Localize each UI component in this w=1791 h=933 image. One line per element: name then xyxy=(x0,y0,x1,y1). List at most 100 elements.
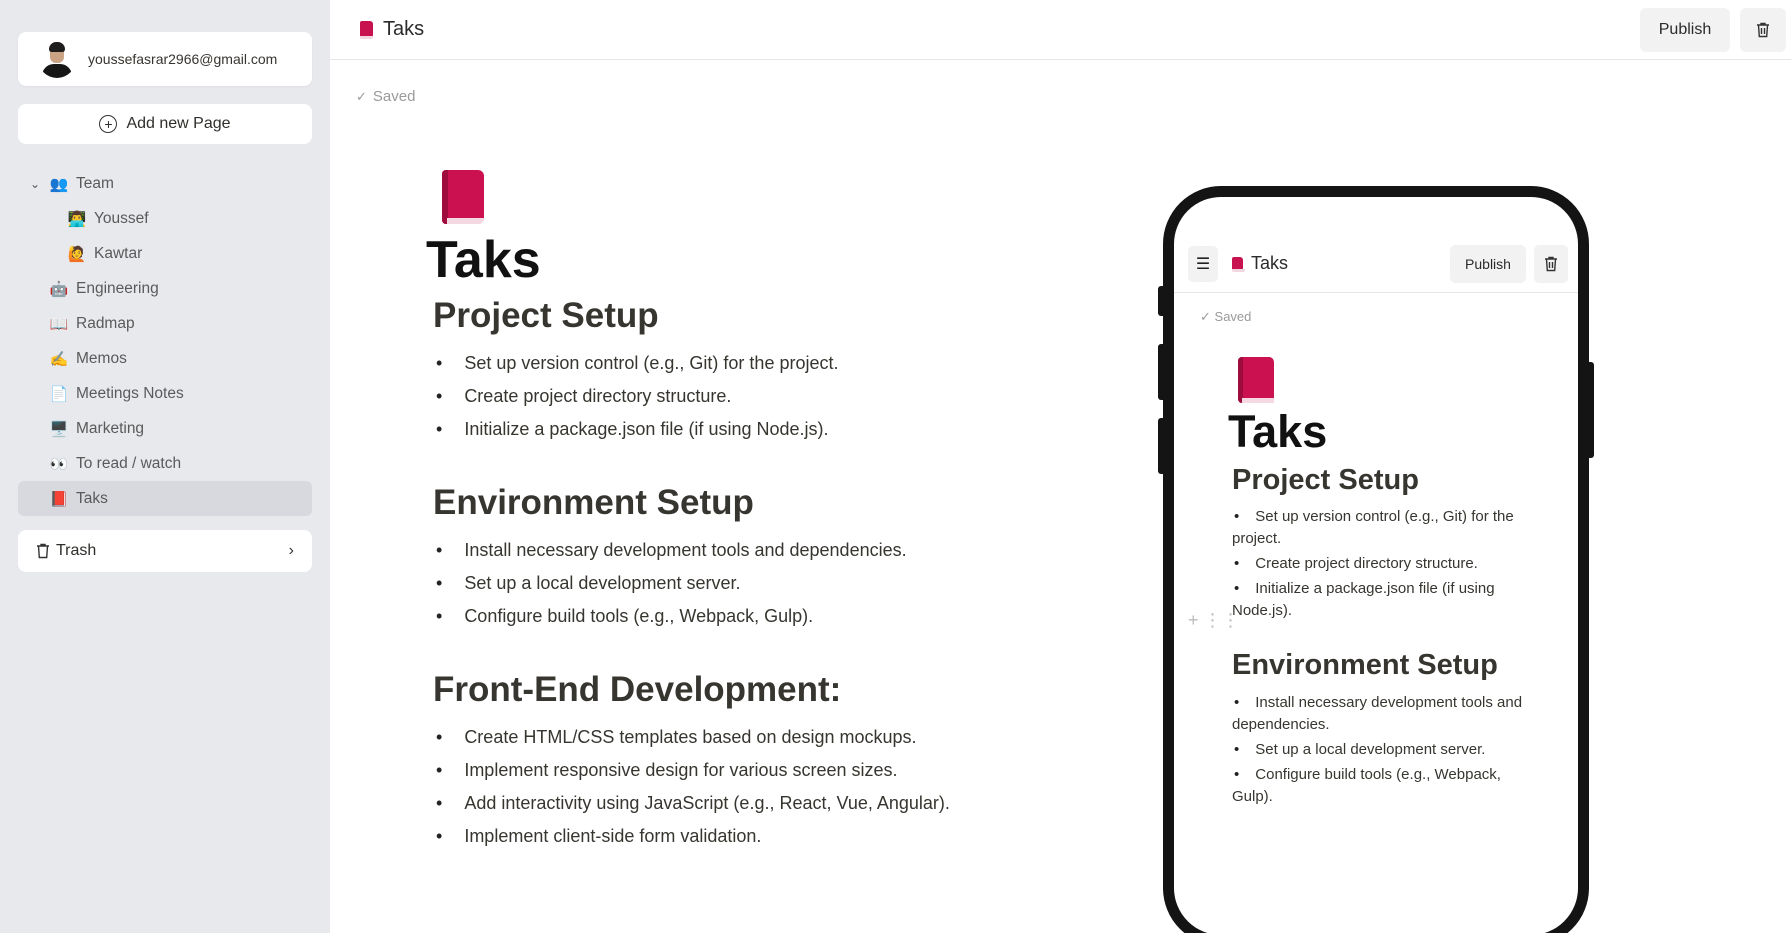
publish-button[interactable]: Publish xyxy=(1640,7,1730,52)
list-item[interactable]: Install necessary development tools and … xyxy=(433,534,1026,567)
page-tree: ⌄ 👥 Team 👨‍💻 Youssef 🙋 Kawtar 🤖 Engineer… xyxy=(18,166,312,516)
check-icon: ✓ xyxy=(356,88,367,104)
mobile-bullet-list: Install necessary development tools and … xyxy=(1232,692,1528,808)
mobile-publish-button[interactable]: Publish xyxy=(1450,244,1526,283)
sidebar-item-memos[interactable]: ✍️ Memos xyxy=(18,341,312,376)
bullet-list: Create HTML/CSS templates based on desig… xyxy=(433,721,1026,853)
team-icon: 👥 xyxy=(49,175,69,193)
list-item[interactable]: Configure build tools (e.g., Webpack, Gu… xyxy=(1232,764,1528,808)
sidebar-item-to-read-watch[interactable]: 👀 To read / watch xyxy=(18,446,312,481)
user-card[interactable]: youssefasrar2966@gmail.com xyxy=(18,32,312,86)
list-item[interactable]: Implement responsive design for various … xyxy=(433,754,1026,787)
sidebar: youssefasrar2966@gmail.com + Add new Pag… xyxy=(0,0,330,933)
saved-status: ✓ Saved xyxy=(356,88,415,105)
raising-hand-icon: 🙋 xyxy=(67,245,87,263)
red-book-icon xyxy=(1232,256,1245,272)
red-book-icon: 📕 xyxy=(49,490,69,508)
mobile-section-heading[interactable]: Environment Setup xyxy=(1232,644,1528,688)
list-item[interactable]: Initialize a package.json file (if using… xyxy=(1232,578,1528,622)
trash-icon xyxy=(1757,22,1769,37)
user-email: youssefasrar2966@gmail.com xyxy=(88,51,278,67)
chevron-right-icon: › xyxy=(288,542,294,559)
trash-icon xyxy=(1545,256,1557,271)
list-item[interactable]: Implement client-side form validation. xyxy=(433,820,1026,853)
page-emoji-book-icon[interactable] xyxy=(442,170,484,224)
eyes-icon: 👀 xyxy=(49,455,69,473)
sidebar-item-label: Youssef xyxy=(94,209,149,227)
phone-screen: ☰ Taks Publish ✓ Saved + ⋮⋮ Taks Project… xyxy=(1174,197,1578,933)
open-book-icon: 📖 xyxy=(49,315,69,333)
sidebar-item-label: Marketing xyxy=(76,419,145,437)
sidebar-item-meetings-notes[interactable]: 📄 Meetings Notes xyxy=(18,376,312,411)
hamburger-menu-icon[interactable]: ☰ xyxy=(1188,245,1218,282)
list-item[interactable]: Install necessary development tools and … xyxy=(1232,692,1528,736)
avatar xyxy=(38,40,76,78)
list-item[interactable]: Create project directory structure. xyxy=(1232,553,1528,575)
add-page-button[interactable]: + Add new Page xyxy=(18,104,312,144)
section-heading[interactable]: Front-End Development: xyxy=(433,669,1026,711)
mobile-top-bar: ☰ Taks Publish xyxy=(1174,235,1578,293)
mobile-header-title-text: Taks xyxy=(1251,253,1289,273)
header-title-text: Taks xyxy=(383,18,425,40)
bullet-list: Set up version control (e.g., Git) for t… xyxy=(433,347,1026,446)
page-title[interactable]: Taks xyxy=(426,231,1026,289)
mobile-page-title[interactable]: Taks xyxy=(1228,407,1528,457)
list-item[interactable]: Configure build tools (e.g., Webpack, Gu… xyxy=(433,600,1026,633)
check-icon: ✓ xyxy=(1200,309,1211,324)
delete-button[interactable] xyxy=(1740,7,1786,52)
list-item[interactable]: Create HTML/CSS templates based on desig… xyxy=(433,721,1026,754)
mobile-header-actions: Publish xyxy=(1450,244,1568,283)
list-item[interactable]: Create project directory structure. xyxy=(433,380,1026,413)
sidebar-item-engineering[interactable]: 🤖 Engineering xyxy=(18,271,312,306)
list-item[interactable]: Initialize a package.json file (if using… xyxy=(433,413,1026,446)
list-item[interactable]: Set up a local development server. xyxy=(1232,739,1528,761)
writing-hand-icon: ✍️ xyxy=(49,350,69,368)
sidebar-item-label: Kawtar xyxy=(94,244,143,262)
mobile-section-heading[interactable]: Project Setup xyxy=(1232,459,1528,503)
sidebar-item-label: Meetings Notes xyxy=(76,384,184,402)
sidebar-item-team[interactable]: ⌄ 👥 Team xyxy=(18,166,312,201)
sidebar-item-radmap[interactable]: 📖 Radmap xyxy=(18,306,312,341)
mobile-editor[interactable]: Taks Project Setup Set up version contro… xyxy=(1228,357,1528,811)
bullet-list: Install necessary development tools and … xyxy=(433,534,1026,633)
editor[interactable]: Taks Project Setup Set up version contro… xyxy=(426,170,1026,853)
sidebar-item-taks[interactable]: 📕 Taks xyxy=(18,481,312,516)
chevron-down-icon[interactable]: ⌄ xyxy=(28,177,42,191)
trash-icon xyxy=(37,543,49,559)
list-item[interactable]: Set up version control (e.g., Git) for t… xyxy=(433,347,1026,380)
sidebar-item-youssef[interactable]: 👨‍💻 Youssef xyxy=(18,201,312,236)
add-page-label: Add new Page xyxy=(126,115,231,132)
header-actions: Publish xyxy=(1640,7,1786,52)
desktop-computer-icon: 🖥️ xyxy=(49,420,69,438)
section-heading[interactable]: Environment Setup xyxy=(433,482,1026,524)
mobile-bullet-list: Set up version control (e.g., Git) for t… xyxy=(1232,506,1528,622)
robot-icon: 🤖 xyxy=(49,280,69,298)
trash-label: Trash xyxy=(56,542,97,559)
list-item[interactable]: Set up a local development server. xyxy=(433,567,1026,600)
sidebar-item-label: Engineering xyxy=(76,279,159,297)
red-book-icon xyxy=(360,21,373,39)
mobile-saved-label: Saved xyxy=(1214,309,1252,324)
sidebar-item-label: Radmap xyxy=(76,314,135,332)
mobile-delete-button[interactable] xyxy=(1534,244,1568,283)
plus-circle-icon: + xyxy=(99,115,118,133)
sidebar-item-kawtar[interactable]: 🙋 Kawtar xyxy=(18,236,312,271)
saved-label: Saved xyxy=(372,88,416,105)
trash-button[interactable]: Trash › xyxy=(18,530,312,572)
list-item[interactable]: Set up version control (e.g., Git) for t… xyxy=(1232,506,1528,550)
sidebar-item-label: Memos xyxy=(76,349,127,367)
section-heading[interactable]: Project Setup xyxy=(433,295,1026,337)
header-title: Taks xyxy=(360,18,424,41)
list-item[interactable]: Add interactivity using JavaScript (e.g.… xyxy=(433,787,1026,820)
page-icon: 📄 xyxy=(49,385,69,403)
sidebar-item-marketing[interactable]: 🖥️ Marketing xyxy=(18,411,312,446)
mobile-page-emoji-book-icon[interactable] xyxy=(1238,357,1274,403)
sidebar-item-label: To read / watch xyxy=(76,454,182,472)
sidebar-item-label: Taks xyxy=(76,489,108,507)
mobile-header-title: Taks xyxy=(1232,253,1288,274)
top-bar: Taks Publish xyxy=(330,0,1791,60)
technologist-icon: 👨‍💻 xyxy=(67,210,87,228)
sidebar-item-label: Team xyxy=(76,174,114,192)
mobile-saved-status: ✓ Saved xyxy=(1200,309,1251,325)
mobile-preview: ☰ Taks Publish ✓ Saved + ⋮⋮ Taks Project… xyxy=(1163,186,1589,933)
